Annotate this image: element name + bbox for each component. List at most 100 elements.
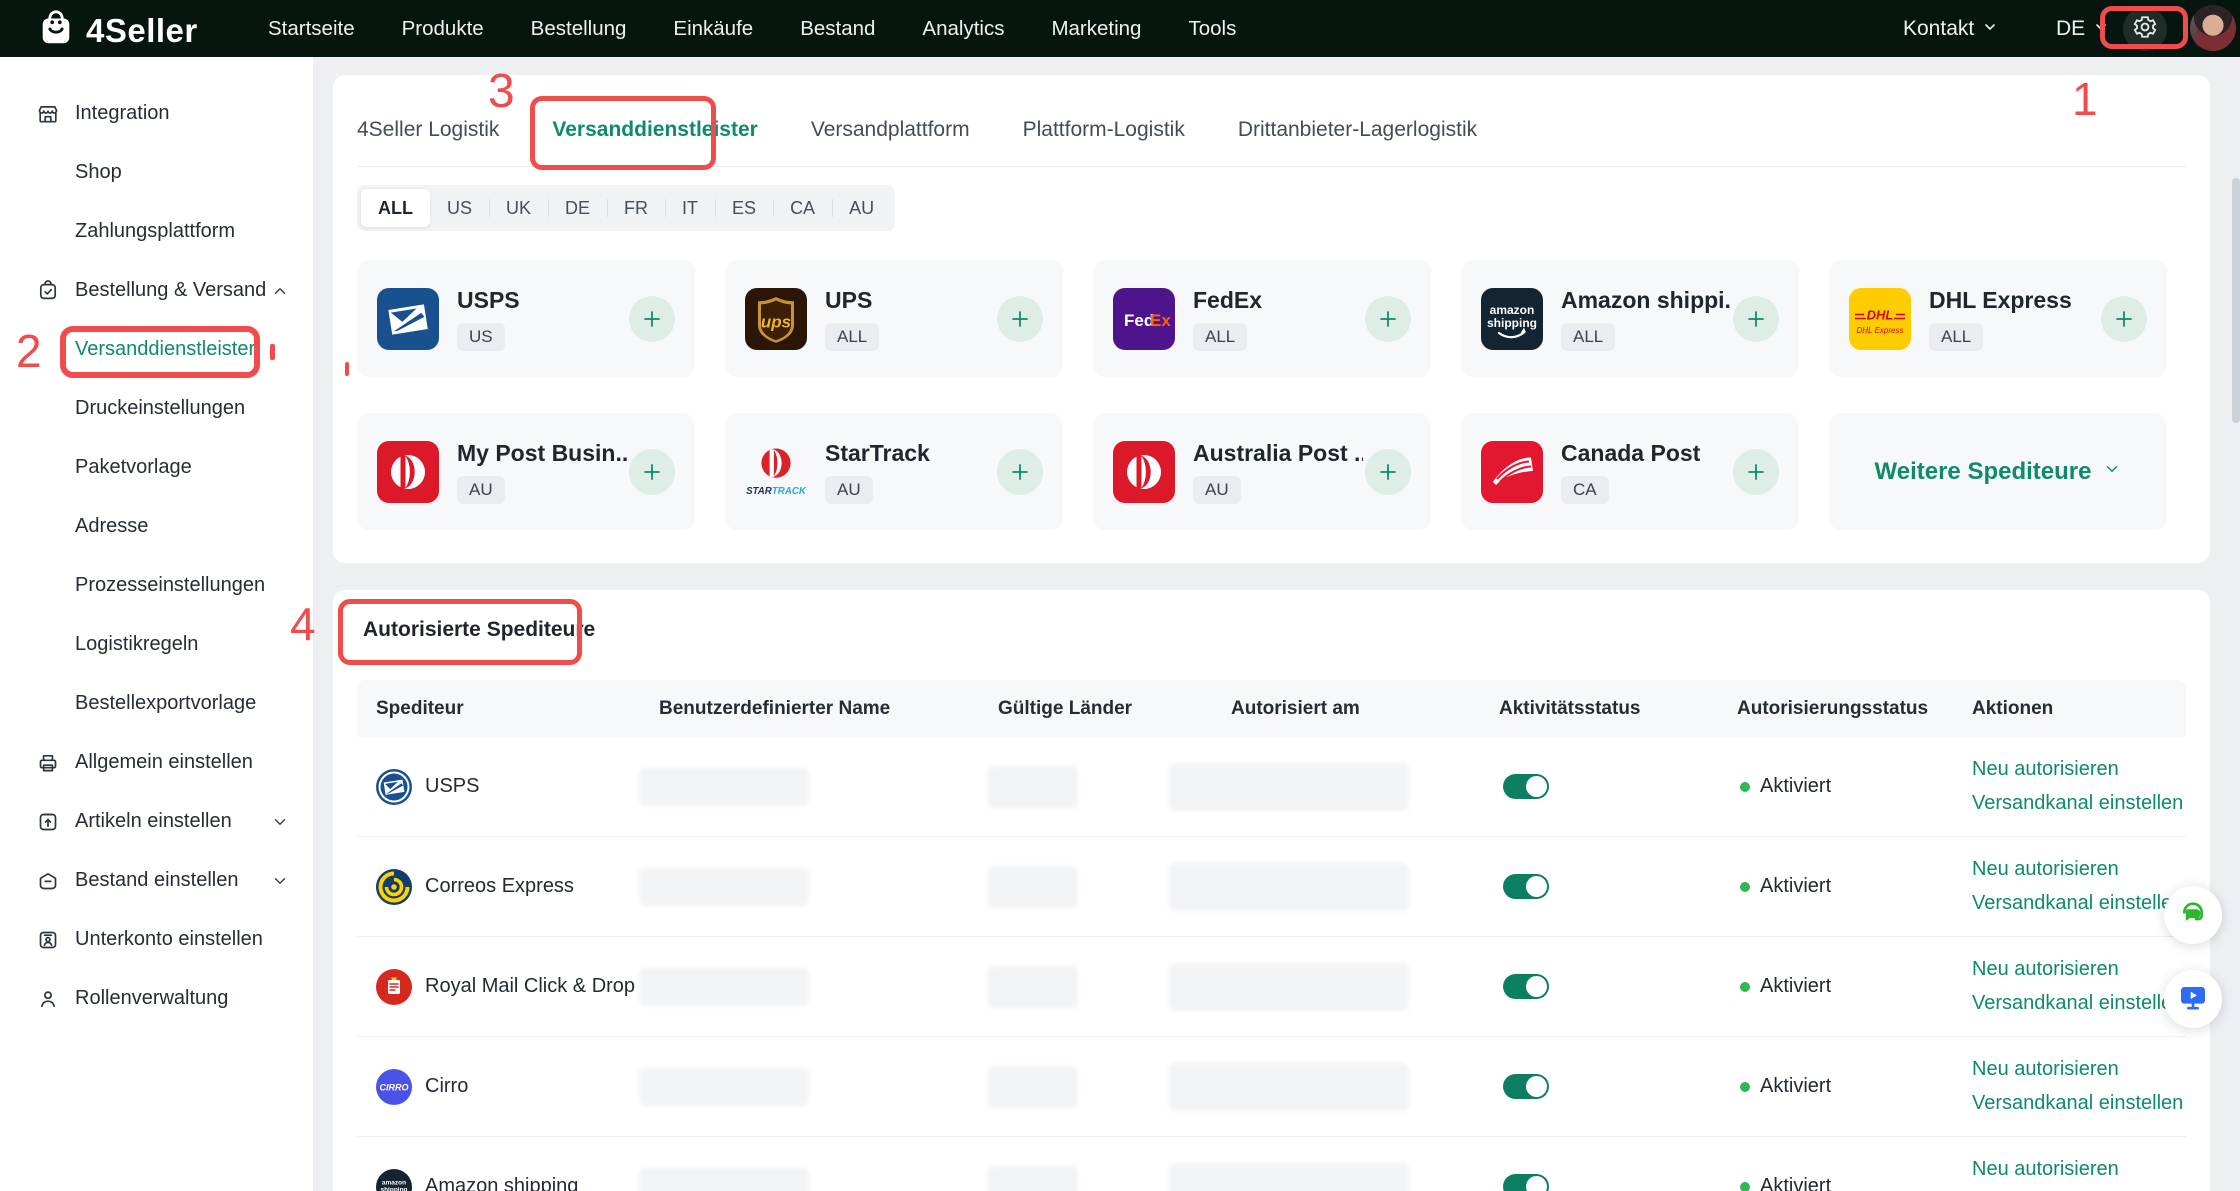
- activity-toggle[interactable]: [1503, 774, 1549, 799]
- tab-versanddienstleister[interactable]: Versanddienstleister: [552, 109, 757, 166]
- vertical-scrollbar[interactable]: [2232, 178, 2240, 423]
- country-filter-au[interactable]: AU: [832, 189, 891, 227]
- carrier-card-my-post-busin[interactable]: My Post Busin...AU: [357, 413, 695, 530]
- sidebar-item-paketvorlage[interactable]: Paketvorlage: [0, 438, 313, 497]
- sidebar-item-allgemein-einstellen[interactable]: Allgemein einstellen: [0, 733, 313, 792]
- action-link-neu-autorisieren[interactable]: Neu autorisieren: [1972, 858, 2186, 881]
- nav-item-bestand[interactable]: Bestand: [800, 17, 875, 41]
- carrier-card-fedex[interactable]: FedExFedExALL: [1093, 260, 1431, 377]
- correos-logo-icon: [376, 869, 412, 905]
- carrier-card-amazon-shippi[interactable]: amazonshippingAmazon shippi...ALL: [1461, 260, 1799, 377]
- add-carrier-button[interactable]: [629, 296, 675, 342]
- carriers-panel: 4Seller Logistik Versanddienstleister Vers…: [333, 75, 2210, 563]
- nav-item-startseite[interactable]: Startseite: [268, 17, 355, 41]
- support-chat-button[interactable]: [2164, 886, 2222, 944]
- activity-toggle[interactable]: [1503, 1074, 1549, 1099]
- country-filter-all[interactable]: ALL: [361, 189, 430, 227]
- action-link-neu-autorisieren[interactable]: Neu autorisieren: [1972, 1158, 2186, 1181]
- activity-toggle[interactable]: [1503, 874, 1549, 899]
- action-link-versandkanal-einstellen[interactable]: Versandkanal einstellen: [1972, 1092, 2186, 1115]
- sidebar-item-rollenverwaltung[interactable]: Rollenverwaltung: [0, 969, 313, 1028]
- add-carrier-button[interactable]: [1733, 449, 1779, 495]
- add-carrier-button[interactable]: [1365, 449, 1411, 495]
- country-filter-fr[interactable]: FR: [607, 189, 665, 227]
- settings-button[interactable]: [2123, 7, 2167, 51]
- sidebar-item-logistikregeln[interactable]: Logistikregeln: [0, 615, 313, 674]
- activity-toggle[interactable]: [1503, 1174, 1549, 1191]
- authorized-date-cell: [1231, 963, 1499, 1011]
- add-carrier-button[interactable]: [629, 449, 675, 495]
- action-link-versandkanal-einstellen[interactable]: Versandkanal einstellen: [1972, 892, 2186, 915]
- chevron-up-icon: [271, 282, 289, 300]
- sidebar-item-integration[interactable]: Integration: [0, 84, 313, 143]
- actions-cell: Neu autorisieren Versandkanal einstellen: [1972, 758, 2186, 815]
- activity-status-cell: [1499, 774, 1737, 799]
- action-link-neu-autorisieren[interactable]: Neu autorisieren: [1972, 958, 2186, 981]
- sidebar-item-bestand-einstellen[interactable]: Bestand einstellen: [0, 851, 313, 910]
- nav-item-tools[interactable]: Tools: [1188, 17, 1236, 41]
- action-link-neu-autorisieren[interactable]: Neu autorisieren: [1972, 1058, 2186, 1081]
- redacted-value: [639, 768, 809, 806]
- user-avatar[interactable]: [2190, 5, 2236, 51]
- sidebar-item-zahlungsplattform[interactable]: Zahlungsplattform: [0, 202, 313, 261]
- more-carriers-button[interactable]: Weitere Spediteure: [1829, 413, 2167, 530]
- sidebar-item-label: Zahlungsplattform: [75, 220, 235, 243]
- contact-menu[interactable]: Kontakt: [1903, 0, 1998, 57]
- action-link-versandkanal-einstellen[interactable]: Versandkanal einstellen: [1972, 792, 2186, 815]
- svg-text:shipping: shipping: [1487, 316, 1537, 330]
- nav-item-marketing[interactable]: Marketing: [1051, 17, 1141, 41]
- add-carrier-button[interactable]: [997, 449, 1043, 495]
- sidebar-item-bestellung-versand[interactable]: Bestellung & Versand: [0, 261, 313, 320]
- tab-4seller-logistik[interactable]: 4Seller Logistik: [357, 109, 499, 166]
- add-carrier-button[interactable]: [1365, 296, 1411, 342]
- carrier-card-usps[interactable]: USPSUS: [357, 260, 695, 377]
- sidebar-item-adresse[interactable]: Adresse: [0, 497, 313, 556]
- tab-drittanbieter-lagerlogistik[interactable]: Drittanbieter-Lagerlogistik: [1238, 109, 1477, 166]
- redacted-value: [988, 1066, 1078, 1108]
- carrier-region-badge: ALL: [1929, 323, 1983, 351]
- add-carrier-button[interactable]: [997, 296, 1043, 342]
- country-filter-uk[interactable]: UK: [489, 189, 548, 227]
- redacted-value: [639, 968, 809, 1006]
- tab-plattform-logistik[interactable]: Plattform-Logistik: [1023, 109, 1185, 166]
- carrier-card-meta: StarTrackAU: [825, 440, 930, 504]
- carrier-card-canada-post[interactable]: Canada PostCA: [1461, 413, 1799, 530]
- country-filter-de[interactable]: DE: [548, 189, 607, 227]
- sidebar-item-label: Logistikregeln: [75, 633, 198, 656]
- sidebar-item-label: Prozesseinstellungen: [75, 574, 265, 597]
- nav-item-bestellung[interactable]: Bestellung: [531, 17, 627, 41]
- sidebar-item-versanddienstleister[interactable]: Versanddienstleister: [0, 320, 313, 379]
- authorization-status-cell: Aktiviert: [1737, 775, 1972, 798]
- action-link-neu-autorisieren[interactable]: Neu autorisieren: [1972, 758, 2186, 781]
- brand-logo[interactable]: 4Seller: [37, 9, 198, 52]
- carrier-card-dhl-express[interactable]: DHLDHL ExpressDHL ExpressALL: [1829, 260, 2167, 377]
- sidebar-item-prozesseinstellungen[interactable]: Prozesseinstellungen: [0, 556, 313, 615]
- carrier-card-australia-post[interactable]: Australia Post ...AU: [1093, 413, 1431, 530]
- carrier-card-startrack[interactable]: STARTRACKStarTrackAU: [725, 413, 1063, 530]
- nav-item-eink-ufe[interactable]: Einkäufe: [673, 17, 753, 41]
- sidebar-item-bestellexportvorlage[interactable]: Bestellexportvorlage: [0, 674, 313, 733]
- video-tutorial-button[interactable]: [2164, 970, 2222, 1028]
- country-filter-us[interactable]: US: [430, 189, 489, 227]
- activity-toggle[interactable]: [1503, 974, 1549, 999]
- language-selector[interactable]: DE: [2056, 0, 2109, 57]
- authorization-status-cell: Aktiviert: [1737, 1175, 1972, 1191]
- carrier-cell: CIRROCirro: [376, 1069, 659, 1105]
- action-link-versandkanal-einstellen[interactable]: Versandkanal einstellen: [1972, 992, 2186, 1015]
- country-filter-ca[interactable]: CA: [773, 189, 832, 227]
- nav-item-produkte[interactable]: Produkte: [402, 17, 484, 41]
- inventory-icon: [36, 869, 60, 893]
- tab-versandplattform[interactable]: Versandplattform: [811, 109, 970, 166]
- add-carrier-button[interactable]: [2101, 296, 2147, 342]
- sidebar-item-unterkonto-einstellen[interactable]: Unterkonto einstellen: [0, 910, 313, 969]
- country-filter-it[interactable]: IT: [665, 189, 715, 227]
- sidebar-item-druckeinstellungen[interactable]: Druckeinstellungen: [0, 379, 313, 438]
- nav-item-analytics[interactable]: Analytics: [922, 17, 1004, 41]
- country-filter-es[interactable]: ES: [715, 189, 773, 227]
- carrier-name: Amazon shipping: [425, 1175, 578, 1191]
- sidebar-item-artikeln-einstellen[interactable]: Artikeln einstellen: [0, 792, 313, 851]
- sidebar-item-shop[interactable]: Shop: [0, 143, 313, 202]
- add-carrier-button[interactable]: [1733, 296, 1779, 342]
- person-icon: [36, 987, 60, 1011]
- carrier-card-ups[interactable]: upsUPSALL: [725, 260, 1063, 377]
